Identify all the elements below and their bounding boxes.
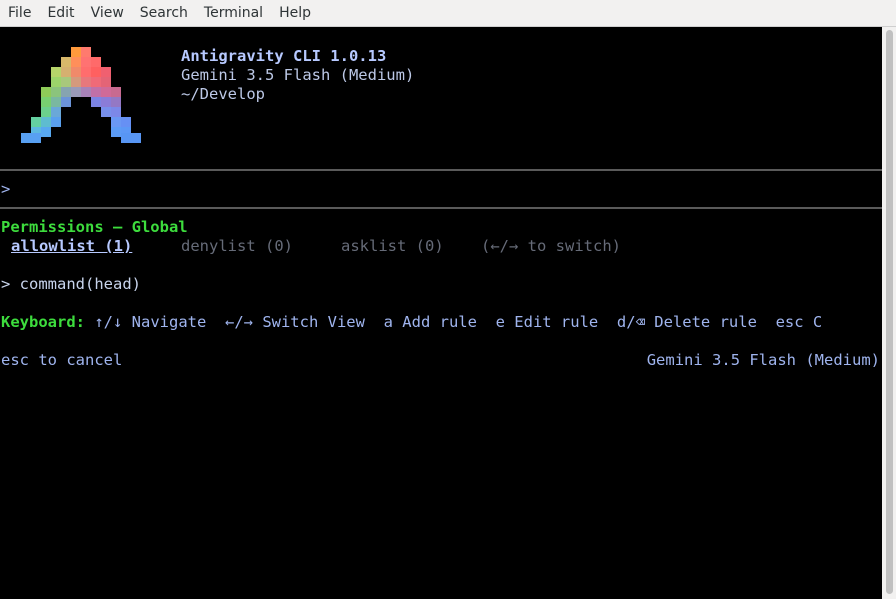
menu-view[interactable]: View bbox=[83, 0, 132, 27]
terminal-area[interactable]: Antigravity CLI 1.0.13 Gemini 3.5 Flash … bbox=[0, 27, 882, 599]
rule-item-selected[interactable]: > command(head) bbox=[1, 275, 141, 294]
model-name: Gemini 3.5 Flash (Medium) bbox=[181, 66, 415, 84]
keyboard-shortcuts: ↑/↓ Navigate ←/→ Switch View a Add rule … bbox=[94, 313, 823, 331]
menu-file[interactable]: File bbox=[0, 0, 39, 27]
tab-allowlist[interactable]: allowlist (1) bbox=[11, 237, 132, 256]
menu-help[interactable]: Help bbox=[271, 0, 319, 27]
menu-search[interactable]: Search bbox=[132, 0, 196, 27]
divider-bottom bbox=[0, 207, 882, 209]
menu-terminal[interactable]: Terminal bbox=[196, 0, 271, 27]
menu-edit[interactable]: Edit bbox=[39, 0, 82, 27]
tab-denylist[interactable]: denylist (0) bbox=[181, 237, 293, 256]
footer-model: Gemini 3.5 Flash (Medium) bbox=[646, 351, 880, 369]
working-directory: ~/Develop bbox=[181, 85, 265, 103]
antigravity-logo-icon bbox=[21, 47, 141, 143]
menu-bar: File Edit View Search Terminal Help bbox=[0, 0, 896, 27]
scroll-thumb[interactable] bbox=[886, 30, 893, 594]
keyboard-label: Keyboard: bbox=[1, 313, 85, 331]
scrollbar[interactable] bbox=[882, 27, 896, 599]
permissions-heading: Permissions — Global bbox=[1, 218, 188, 236]
cancel-hint: esc to cancel bbox=[1, 351, 123, 369]
app-title: Antigravity CLI 1.0.13 bbox=[181, 47, 387, 65]
switch-hint: (←/→ to switch) bbox=[481, 237, 621, 255]
tab-asklist[interactable]: asklist (0) bbox=[341, 237, 444, 256]
divider-top bbox=[0, 169, 882, 171]
input-prompt[interactable]: > bbox=[1, 180, 10, 199]
keyboard-hints: Keyboard: ↑/↓ Navigate ←/→ Switch View a… bbox=[1, 313, 822, 332]
